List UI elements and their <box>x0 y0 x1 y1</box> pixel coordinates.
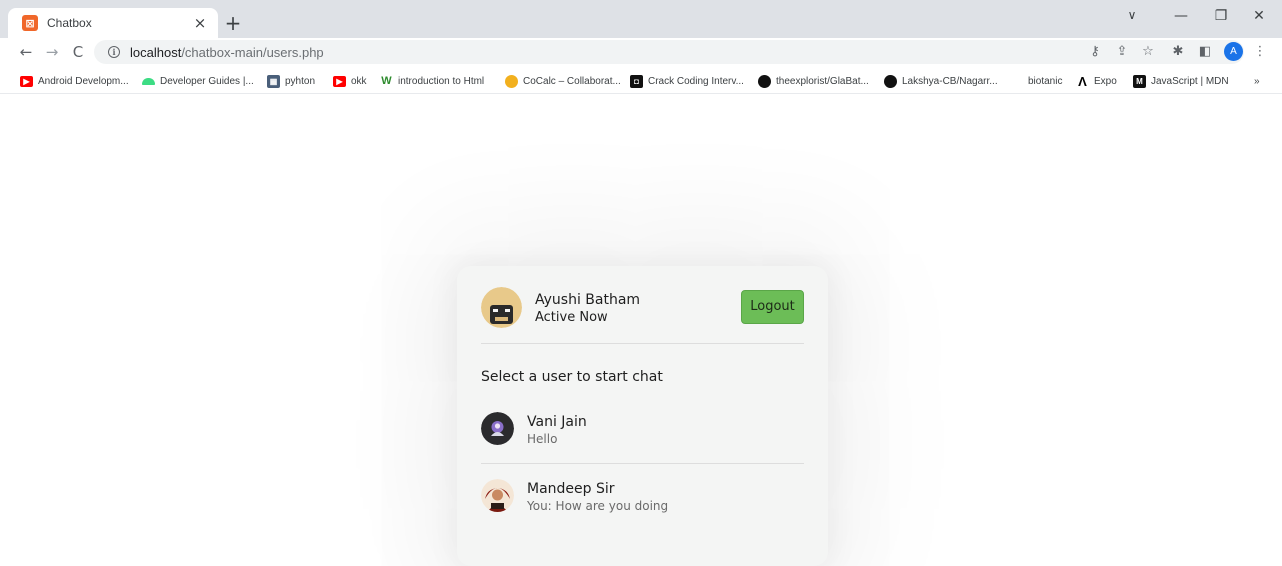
select-user-prompt: Select a user to start chat <box>481 369 663 385</box>
back-button[interactable]: ← <box>16 42 36 62</box>
tab-close-icon[interactable]: × <box>192 14 208 32</box>
bookmark-item[interactable]: Λ Expo <box>1076 73 1117 89</box>
url-text: localhost/chatbox-main/users.php <box>130 44 324 60</box>
github-icon <box>758 74 771 88</box>
bookmark-item[interactable]: biotanic <box>1028 73 1062 89</box>
android-icon <box>142 77 155 85</box>
youtube-icon: ▶ <box>333 75 346 87</box>
address-bar[interactable]: i localhost/chatbox-main/users.php <box>94 40 1244 64</box>
profile-avatar-button[interactable]: A <box>1224 42 1243 61</box>
logout-button[interactable]: Logout <box>741 290 804 324</box>
side-panel-icon[interactable]: ◧ <box>1195 42 1215 62</box>
bookmarks-bar: ▶ Android Developm... Developer Guides |… <box>0 66 1282 94</box>
expo-icon: Λ <box>1078 73 1087 89</box>
chat-users-panel: Ayushi Batham Active Now Logout Select a… <box>457 266 828 566</box>
bookmarks-overflow-button[interactable]: » <box>1254 73 1260 89</box>
bookmark-item[interactable]: W introduction to Html <box>380 73 484 89</box>
site-info-icon[interactable]: i <box>108 46 120 58</box>
mdn-icon: M <box>1133 74 1146 88</box>
reload-button[interactable]: C <box>68 42 88 62</box>
tab-strip: ⊠ Chatbox × + ∨ — ❐ ✕ <box>0 0 1282 38</box>
extensions-puzzle-icon[interactable]: ✱ <box>1168 42 1188 62</box>
new-tab-button[interactable]: + <box>222 12 244 34</box>
browser-toolbar: ← → C i localhost/chatbox-main/users.php… <box>0 38 1282 66</box>
bookmark-star-icon[interactable]: ☆ <box>1138 42 1158 62</box>
password-key-icon[interactable]: ⚷ <box>1085 42 1105 62</box>
user-divider <box>481 463 804 464</box>
user-avatar <box>481 479 514 512</box>
bookmark-item[interactable]: ▶ Android Developm... <box>20 73 129 89</box>
browser-tab[interactable]: ⊠ Chatbox × <box>8 8 218 38</box>
cocalc-icon <box>505 74 518 88</box>
bookmark-item[interactable]: Lakshya-CB/Nagarr... <box>884 73 998 89</box>
current-user-status: Active Now <box>535 310 608 325</box>
header-divider <box>481 343 804 344</box>
github-icon <box>884 74 897 88</box>
bookmark-item[interactable]: ▶ okk <box>333 73 367 89</box>
user-name: Mandeep Sir <box>527 481 615 497</box>
tab-title: Chatbox <box>47 16 92 30</box>
w3-icon: W <box>381 75 392 87</box>
user-last-message: Hello <box>527 432 558 446</box>
bookmark-item[interactable]: CoCalc – Collaborat... <box>505 73 621 89</box>
forward-button[interactable]: → <box>42 42 62 62</box>
user-last-message: You: How are you doing <box>527 499 669 513</box>
current-user-avatar <box>481 287 522 328</box>
restore-button[interactable]: ❐ <box>1206 8 1236 24</box>
grid-icon: ▦ <box>267 74 280 88</box>
xampp-favicon-icon: ⊠ <box>22 15 38 31</box>
bookmark-item[interactable]: ◘ Crack Coding Interv... <box>630 73 744 89</box>
menu-kebab-icon[interactable]: ⋮ <box>1250 42 1270 62</box>
youtube-icon: ▶ <box>20 75 33 87</box>
minimize-button[interactable]: — <box>1166 8 1196 24</box>
coding-icon: ◘ <box>630 74 643 88</box>
bookmark-item[interactable]: ▦ pyhton <box>267 73 315 89</box>
bookmark-item[interactable]: Developer Guides |... <box>142 73 254 89</box>
user-name: Vani Jain <box>527 414 587 430</box>
tab-search-icon[interactable]: ∨ <box>1117 8 1147 22</box>
bookmark-item[interactable]: theexplorist/GlaBat... <box>758 73 869 89</box>
user-avatar <box>481 412 514 445</box>
bookmark-item[interactable]: M JavaScript | MDN <box>1133 73 1229 89</box>
close-window-button[interactable]: ✕ <box>1244 8 1274 24</box>
share-icon[interactable]: ⇪ <box>1112 42 1132 62</box>
current-user-name: Ayushi Batham <box>535 292 641 308</box>
